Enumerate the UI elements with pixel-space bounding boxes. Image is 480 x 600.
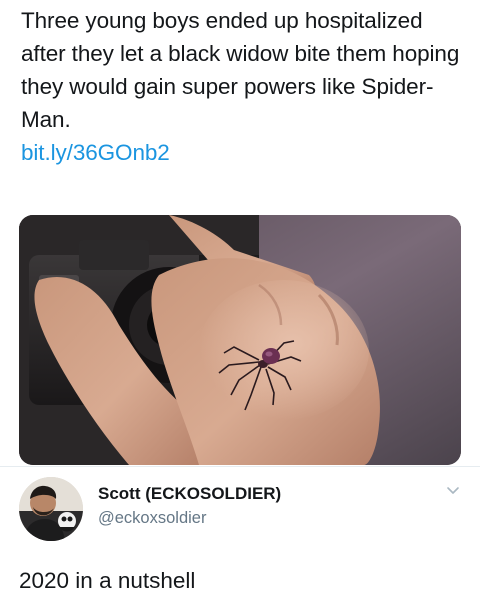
tweet-link[interactable]: bit.ly/36GOnb2: [21, 136, 170, 169]
chevron-down-icon[interactable]: [444, 484, 462, 498]
tweet-photo[interactable]: [19, 215, 461, 465]
spider-on-hand-image: [19, 215, 461, 465]
reply-text: 2020 in a nutshell: [19, 568, 196, 593]
tweet-text: Three young boys ended up hospitalized a…: [21, 4, 461, 169]
tweet-body: Three young boys ended up hospitalized a…: [21, 8, 460, 132]
avatar[interactable]: [19, 477, 83, 541]
author-name[interactable]: Scott (ECKOSOLDIER): [98, 484, 281, 504]
avatar-image: [19, 477, 83, 541]
divider: [0, 466, 480, 467]
author-handle[interactable]: @eckoxsoldier: [98, 509, 206, 528]
